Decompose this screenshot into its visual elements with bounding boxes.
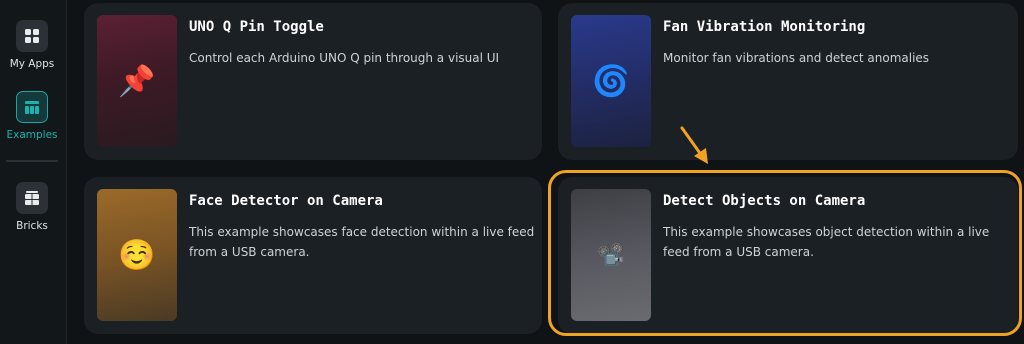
arrow-icon	[680, 126, 708, 164]
example-card-face-detector-on-camera[interactable]: ☺️ Face Detector on Camera This example …	[84, 177, 542, 334]
sidebar-item-label: Bricks	[16, 220, 48, 232]
card-title: Face Detector on Camera	[189, 193, 383, 209]
table-icon	[16, 91, 48, 123]
card-description: Control each Arduino UNO Q pin through a…	[189, 51, 500, 65]
example-card-detect-objects-on-camera[interactable]: 📽️ Detect Objects on Camera This example…	[558, 177, 1018, 334]
smiling-face-icon: ☺️	[97, 189, 177, 321]
spiral-icon: 🌀	[571, 15, 651, 147]
pushpin-icon: 📌	[97, 15, 177, 147]
sidebar-divider	[6, 160, 58, 162]
grid-icon	[16, 20, 48, 52]
sidebar-item-label: Examples	[6, 129, 58, 141]
card-description: This example showcases face detection wi…	[189, 225, 535, 259]
sidebar: My Apps Examples Bricks	[0, 0, 67, 344]
sidebar-item-my-apps[interactable]: My Apps	[0, 20, 64, 70]
card-description: This example showcases object detection …	[663, 225, 990, 259]
card-title: UNO Q Pin Toggle	[189, 19, 324, 35]
card-description: Monitor fan vibrations and detect anomal…	[663, 51, 930, 65]
sidebar-item-examples[interactable]: Examples	[0, 91, 64, 141]
card-title: Detect Objects on Camera	[663, 193, 866, 209]
example-card-uno-q-pin-toggle[interactable]: 📌 UNO Q Pin Toggle Control each Arduino …	[84, 3, 542, 160]
card-title: Fan Vibration Monitoring	[663, 19, 866, 35]
bricks-icon	[16, 182, 48, 214]
sidebar-item-label: My Apps	[9, 58, 55, 70]
app-window: My Apps Examples Bricks 📌 UNO Q Pin Togg…	[0, 0, 1024, 344]
movie-camera-icon: 📽️	[571, 189, 651, 321]
sidebar-item-bricks[interactable]: Bricks	[0, 182, 64, 232]
example-card-fan-vibration-monitoring[interactable]: 🌀 Fan Vibration Monitoring Monitor fan v…	[558, 3, 1018, 160]
